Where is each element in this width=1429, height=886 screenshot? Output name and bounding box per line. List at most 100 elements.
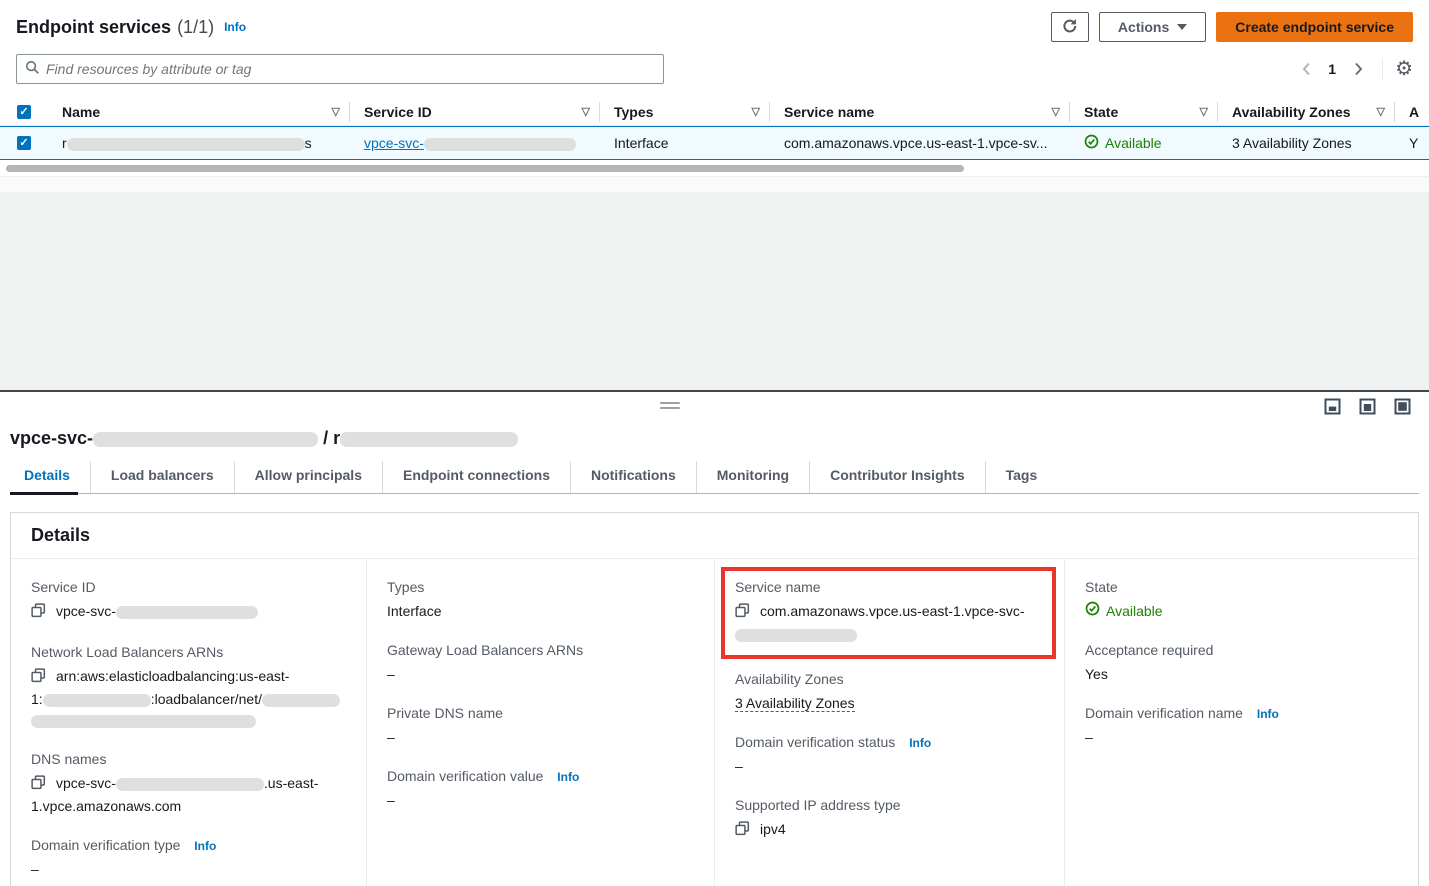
- panel-size-small-icon[interactable]: [1324, 398, 1341, 418]
- column-label: Name: [62, 104, 100, 120]
- cell-acceptance: Y: [1395, 135, 1429, 151]
- column-label: Availability Zones: [1232, 104, 1351, 120]
- refresh-icon: [1062, 18, 1078, 37]
- copy-icon[interactable]: [735, 603, 750, 624]
- field-service-name-annotated: Service name com.amazonaws.vpce.us-east-…: [721, 567, 1056, 659]
- column-header-types[interactable]: Types ▽: [600, 98, 770, 126]
- field-glb-arns: Gateway Load Balancers ARNs –: [387, 642, 700, 685]
- search-box[interactable]: [16, 54, 664, 84]
- copy-icon[interactable]: [31, 603, 46, 624]
- column-header-service-id[interactable]: Service ID ▽: [350, 98, 600, 126]
- panel-layout-buttons: [1324, 398, 1411, 418]
- field-label: Domain verification value: [387, 768, 543, 784]
- column-label: Service name: [784, 104, 874, 120]
- field-value: –: [387, 790, 700, 811]
- cell-service-id: vpce-svc-: [350, 135, 600, 151]
- availability-zones-popover[interactable]: 3 Availability Zones: [735, 695, 855, 712]
- field-acceptance-required: Acceptance required Yes: [1085, 642, 1404, 685]
- tab-notifications[interactable]: Notifications: [571, 461, 697, 493]
- field-service-id: Service ID vpce-svc-: [31, 579, 352, 624]
- detail-panel: vpce-svc- / r Details Load balancers All…: [0, 392, 1429, 886]
- tab-monitoring[interactable]: Monitoring: [697, 461, 810, 493]
- actions-button[interactable]: Actions: [1099, 12, 1206, 42]
- field-label: Supported IP address type: [735, 797, 1050, 813]
- service-id-link[interactable]: vpce-svc-: [364, 135, 576, 151]
- state-label: Available: [1106, 601, 1163, 622]
- cell-types: Interface: [600, 135, 770, 151]
- info-link[interactable]: Info: [909, 736, 931, 750]
- copy-icon[interactable]: [735, 821, 750, 842]
- redaction-bar: [116, 606, 258, 619]
- filter-icon[interactable]: ▽: [582, 105, 590, 118]
- prev-page-icon[interactable]: [1294, 57, 1318, 81]
- caret-down-icon: [1177, 24, 1187, 30]
- info-link[interactable]: Info: [1257, 707, 1279, 721]
- field-label: Acceptance required: [1085, 642, 1404, 658]
- field-value: vpce-svc-: [56, 603, 116, 619]
- availability-zones-popover[interactable]: 3 Availability Zones: [1232, 135, 1352, 151]
- panel-title-separator: /: [323, 428, 328, 448]
- redaction-bar: [31, 715, 256, 728]
- copy-icon[interactable]: [31, 668, 46, 689]
- table-row[interactable]: ✓ rs vpce-svc- Interface com.amazonaws.v…: [0, 126, 1429, 160]
- details-column-4: State Available Acceptance required Yes: [1065, 559, 1418, 886]
- tab-tags[interactable]: Tags: [986, 461, 1058, 493]
- endpoint-services-table: ✓ Name ▽ Service ID ▽ Types ▽ Service na…: [0, 98, 1429, 176]
- field-value: Yes: [1085, 664, 1404, 685]
- resource-count: (1/1): [177, 17, 214, 38]
- column-header-acceptance[interactable]: A: [1395, 98, 1429, 126]
- column-header-availability-zones[interactable]: Availability Zones ▽: [1218, 98, 1395, 126]
- field-value: :loadbalancer/net/: [151, 691, 262, 707]
- copy-icon[interactable]: [31, 775, 46, 796]
- search-input[interactable]: [46, 61, 655, 77]
- horizontal-scrollbar: [0, 160, 1429, 176]
- info-link[interactable]: Info: [224, 20, 246, 34]
- filter-icon[interactable]: ▽: [1052, 105, 1060, 118]
- field-value: arn:aws:elasticloadbalancing:us-east-: [56, 668, 289, 684]
- column-label: A: [1409, 104, 1419, 120]
- panel-size-medium-icon[interactable]: [1359, 398, 1376, 418]
- field-value: –: [387, 727, 700, 748]
- redaction-bar: [262, 694, 340, 707]
- tab-details[interactable]: Details: [10, 461, 91, 493]
- field-value: –: [31, 859, 352, 880]
- refresh-button[interactable]: [1051, 12, 1089, 42]
- select-all-checkbox[interactable]: ✓: [17, 105, 31, 119]
- info-link[interactable]: Info: [557, 770, 579, 784]
- column-header-name[interactable]: Name ▽: [48, 98, 350, 126]
- name-fragment: r: [62, 135, 67, 151]
- row-checkbox[interactable]: ✓: [17, 136, 31, 150]
- panel-title-fragment: r: [333, 428, 340, 448]
- field-label: State: [1085, 579, 1404, 595]
- field-label: Domain verification type: [31, 837, 180, 853]
- filter-icon[interactable]: ▽: [752, 105, 760, 118]
- next-page-icon[interactable]: [1346, 57, 1370, 81]
- panel-size-large-icon[interactable]: [1394, 398, 1411, 418]
- scrollbar-thumb[interactable]: [6, 165, 964, 172]
- tab-contributor-insights[interactable]: Contributor Insights: [810, 461, 986, 493]
- field-state: State Available: [1085, 579, 1404, 622]
- info-link[interactable]: Info: [194, 839, 216, 853]
- field-label: Service name: [735, 579, 1042, 595]
- column-header-state[interactable]: State ▽: [1070, 98, 1218, 126]
- search-icon: [25, 60, 40, 78]
- tab-endpoint-connections[interactable]: Endpoint connections: [383, 461, 571, 493]
- filter-icon[interactable]: ▽: [332, 105, 340, 118]
- filter-icon[interactable]: ▽: [1377, 105, 1385, 118]
- column-header-service-name[interactable]: Service name ▽: [770, 98, 1070, 126]
- settings-gear-icon[interactable]: ⚙: [1395, 59, 1413, 79]
- field-value: 1:: [31, 691, 43, 707]
- details-column-1: Service ID vpce-svc- Network Load Balanc…: [11, 559, 367, 886]
- filter-icon[interactable]: ▽: [1200, 105, 1208, 118]
- tab-allow-principals[interactable]: Allow principals: [235, 461, 383, 493]
- page-number[interactable]: 1: [1322, 61, 1342, 77]
- header: Endpoint services (1/1) Info Actions Cre…: [16, 12, 1413, 42]
- details-card-body: Service ID vpce-svc- Network Load Balanc…: [11, 559, 1418, 886]
- field-label: Types: [387, 579, 700, 595]
- column-label: Service ID: [364, 104, 432, 120]
- redaction-bar: [116, 778, 264, 791]
- tab-load-balancers[interactable]: Load balancers: [91, 461, 235, 493]
- details-heading: Details: [31, 525, 1398, 546]
- create-endpoint-service-button[interactable]: Create endpoint service: [1216, 12, 1413, 42]
- panel-drag-handle-icon[interactable]: [660, 402, 680, 412]
